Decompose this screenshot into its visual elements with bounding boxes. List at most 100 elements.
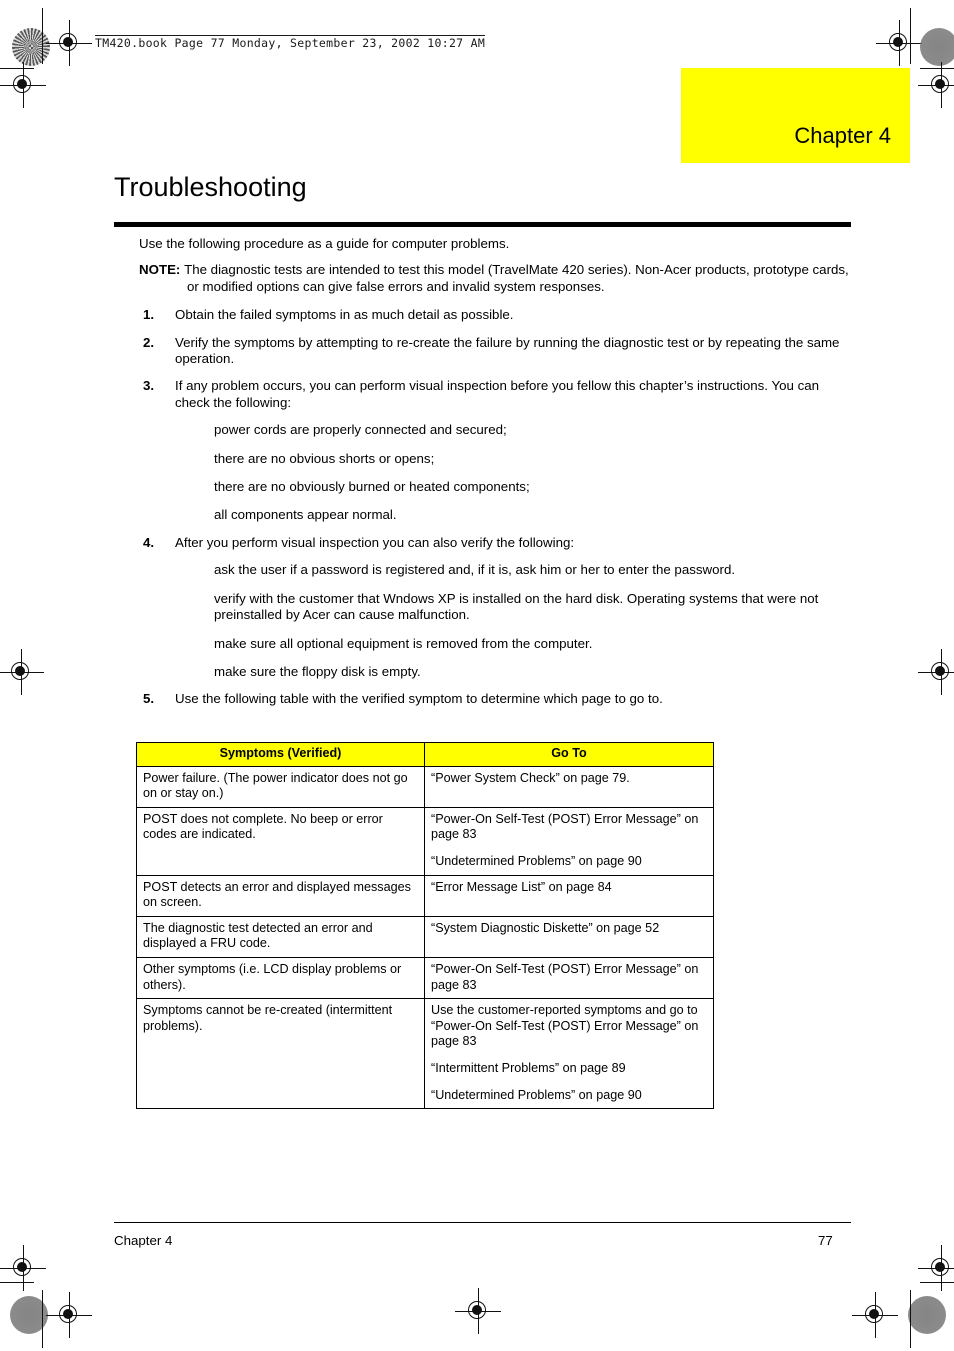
table-cell-symptom: POST detects an error and displayed mess… [136, 874, 425, 917]
table-cell-symptom: Power failure. (The power indicator does… [136, 765, 425, 808]
trim-line-right-upper [910, 8, 911, 64]
table-cell-goto: “Power System Check” on page 79. [424, 765, 714, 808]
cell-text: “System Diagnostic Diskette” on page 52 [431, 920, 660, 935]
table-cell-goto: “Power-On Self-Test (POST) Error Message… [424, 956, 714, 1000]
table-cell-symptom: The diagnostic test detected an error an… [136, 915, 425, 958]
list-item-text: Use the following table with the verifie… [175, 691, 663, 707]
trim-line-left-lower [42, 1290, 43, 1348]
list-item: 4. After you perform visual inspection y… [139, 535, 853, 680]
registration-mark-bottom-center [455, 1288, 501, 1334]
sublist-item: there are no obviously burned or heated … [214, 479, 530, 495]
sublist: ask the user if a password is registered… [175, 562, 853, 680]
table-row: The diagnostic test detected an error an… [136, 915, 714, 958]
registration-mark-top-right-corner [876, 20, 922, 66]
table-row: Other symptoms (i.e. LCD display problem… [136, 956, 714, 1000]
list-item: 2. Verify the symptoms by attempting to … [139, 335, 853, 368]
registration-mark-right-lower-corner [918, 1245, 954, 1291]
trim-line-bottom-right-horizontal [920, 1282, 954, 1284]
halftone-circle-bottom-left [10, 1296, 48, 1334]
list-item-text: Obtain the failed symptoms in as much de… [175, 307, 514, 323]
table-cell-goto: “System Diagnostic Diskette” on page 52 [424, 915, 714, 958]
halftone-circle-top-right [920, 28, 954, 66]
table-header-symptoms: Symptoms (Verified) [136, 742, 425, 767]
list-item: 5. Use the following table with the veri… [139, 691, 853, 707]
cell-text: Power failure. (The power indicator does… [143, 770, 408, 801]
table-row: POST does not complete. No beep or error… [136, 806, 714, 876]
registration-mark-right-middle [918, 649, 954, 695]
list-item-text: If any problem occurs, you can perform v… [175, 378, 820, 410]
halftone-circle-bottom-right [908, 1296, 946, 1334]
symptoms-table: Symptoms (Verified) Go To Power failure.… [136, 742, 714, 1110]
footer-rule [114, 1222, 851, 1224]
list-item: 1. Obtain the failed symptoms in as much… [139, 307, 853, 323]
cell-text: “Power-On Self-Test (POST) Error Message… [431, 961, 699, 992]
cell-text: “Undetermined Problems” on page 90 [431, 853, 642, 868]
title-rule [114, 222, 851, 227]
footer-page-number: 77 [818, 1233, 833, 1248]
note-text: The diagnostic tests are intended to tes… [184, 262, 849, 294]
cell-text: “Power System Check” on page 79. [431, 770, 630, 785]
table-header-row: Symptoms (Verified) Go To [136, 742, 714, 767]
note-label: NOTE: [139, 262, 181, 278]
list-item-number: 5. [143, 691, 155, 707]
list-item-text: Verify the symptoms by attempting to re-… [175, 334, 840, 367]
table-cell-goto: “Power-On Self-Test (POST) Error Message… [424, 806, 714, 876]
chapter-banner: Chapter 4 [681, 68, 910, 163]
running-head-text: TM420.book Page 77 Monday, September 23,… [95, 35, 486, 50]
cell-text: The diagnostic test detected an error an… [143, 920, 373, 951]
registration-mark-top-left-inner [46, 20, 92, 66]
list-item-number: 3. [143, 378, 155, 394]
registration-mark-left-middle [0, 649, 44, 695]
registration-mark-left-lower-corner [0, 1245, 46, 1291]
list-item: 3. If any problem occurs, you can perfor… [139, 378, 853, 523]
cell-text: Use the customer-reported symptoms and g… [431, 1003, 699, 1049]
table-cell-symptom: POST does not complete. No beep or error… [136, 806, 425, 876]
trim-line-left-upper [42, 8, 43, 64]
table-row: POST detects an error and displayed mess… [136, 874, 714, 917]
registration-mark-bottom-left-inner [46, 1292, 92, 1338]
table-cell-goto: “Error Message List” on page 84 [424, 874, 714, 917]
sublist-item: make sure the floppy disk is empty. [214, 663, 421, 679]
sublist-item: all components appear normal. [214, 507, 397, 523]
cell-text: Symptoms cannot be re-created (intermitt… [143, 1003, 393, 1033]
cell-text: “Undetermined Problems” on page 90 [431, 1087, 642, 1102]
cell-text: Other symptoms (i.e. LCD display problem… [143, 961, 402, 992]
table-cell-goto: Use the customer-reported symptoms and g… [424, 998, 714, 1110]
registration-mark-left-upper-corner [0, 62, 46, 108]
running-head: TM420.book Page 77 Monday, September 23,… [95, 35, 486, 50]
sublist-item: verify with the customer that Wndows XP … [214, 590, 819, 623]
trim-line-bottom-left-horizontal [0, 1282, 34, 1284]
table-cell-symptom: Symptoms cannot be re-created (intermitt… [136, 998, 425, 1110]
procedure-list: 1. Obtain the failed symptoms in as much… [139, 307, 853, 708]
chapter-banner-label: Chapter 4 [794, 123, 891, 148]
page-title: Troubleshooting [114, 172, 307, 202]
table-row: Symptoms cannot be re-created (intermitt… [136, 998, 714, 1110]
sublist-item: there are no obvious shorts or opens; [214, 450, 435, 466]
table-cell-symptom: Other symptoms (i.e. LCD display problem… [136, 956, 425, 1000]
list-item-text: After you perform visual inspection you … [175, 534, 575, 550]
halftone-circle-top-left [12, 28, 50, 66]
cell-text: POST does not complete. No beep or error… [143, 811, 383, 842]
registration-mark-right-upper [918, 62, 954, 108]
trim-line-right-lower [910, 1290, 911, 1348]
body-content: Use the following procedure as a guide f… [139, 236, 853, 719]
trim-line-top-right-horizontal [920, 68, 954, 70]
cell-text: “Power-On Self-Test (POST) Error Message… [431, 811, 699, 842]
page-canvas: TM420.book Page 77 Monday, September 23,… [0, 0, 954, 1351]
trim-line-top-left-horizontal [0, 68, 34, 70]
table-row: Power failure. (The power indicator does… [136, 765, 714, 808]
cell-text: “Intermittent Problems” on page 89 [431, 1060, 626, 1075]
sublist-item: power cords are properly connected and s… [214, 422, 507, 438]
sublist: power cords are properly connected and s… [175, 422, 853, 524]
cell-text: “Error Message List” on page 84 [431, 879, 612, 894]
list-item-number: 4. [143, 534, 155, 550]
list-item-number: 2. [143, 334, 155, 350]
list-item-number: 1. [143, 307, 155, 323]
sublist-item: ask the user if a password is registered… [214, 562, 736, 578]
intro-paragraph: Use the following procedure as a guide f… [139, 236, 510, 251]
footer-chapter-label: Chapter 4 [114, 1233, 173, 1248]
registration-mark-bottom-right-inner [852, 1292, 898, 1338]
cell-text: POST detects an error and displayed mess… [143, 879, 411, 910]
sublist-item: make sure all optional equipment is remo… [214, 635, 593, 651]
table-header-goto: Go To [424, 742, 714, 767]
